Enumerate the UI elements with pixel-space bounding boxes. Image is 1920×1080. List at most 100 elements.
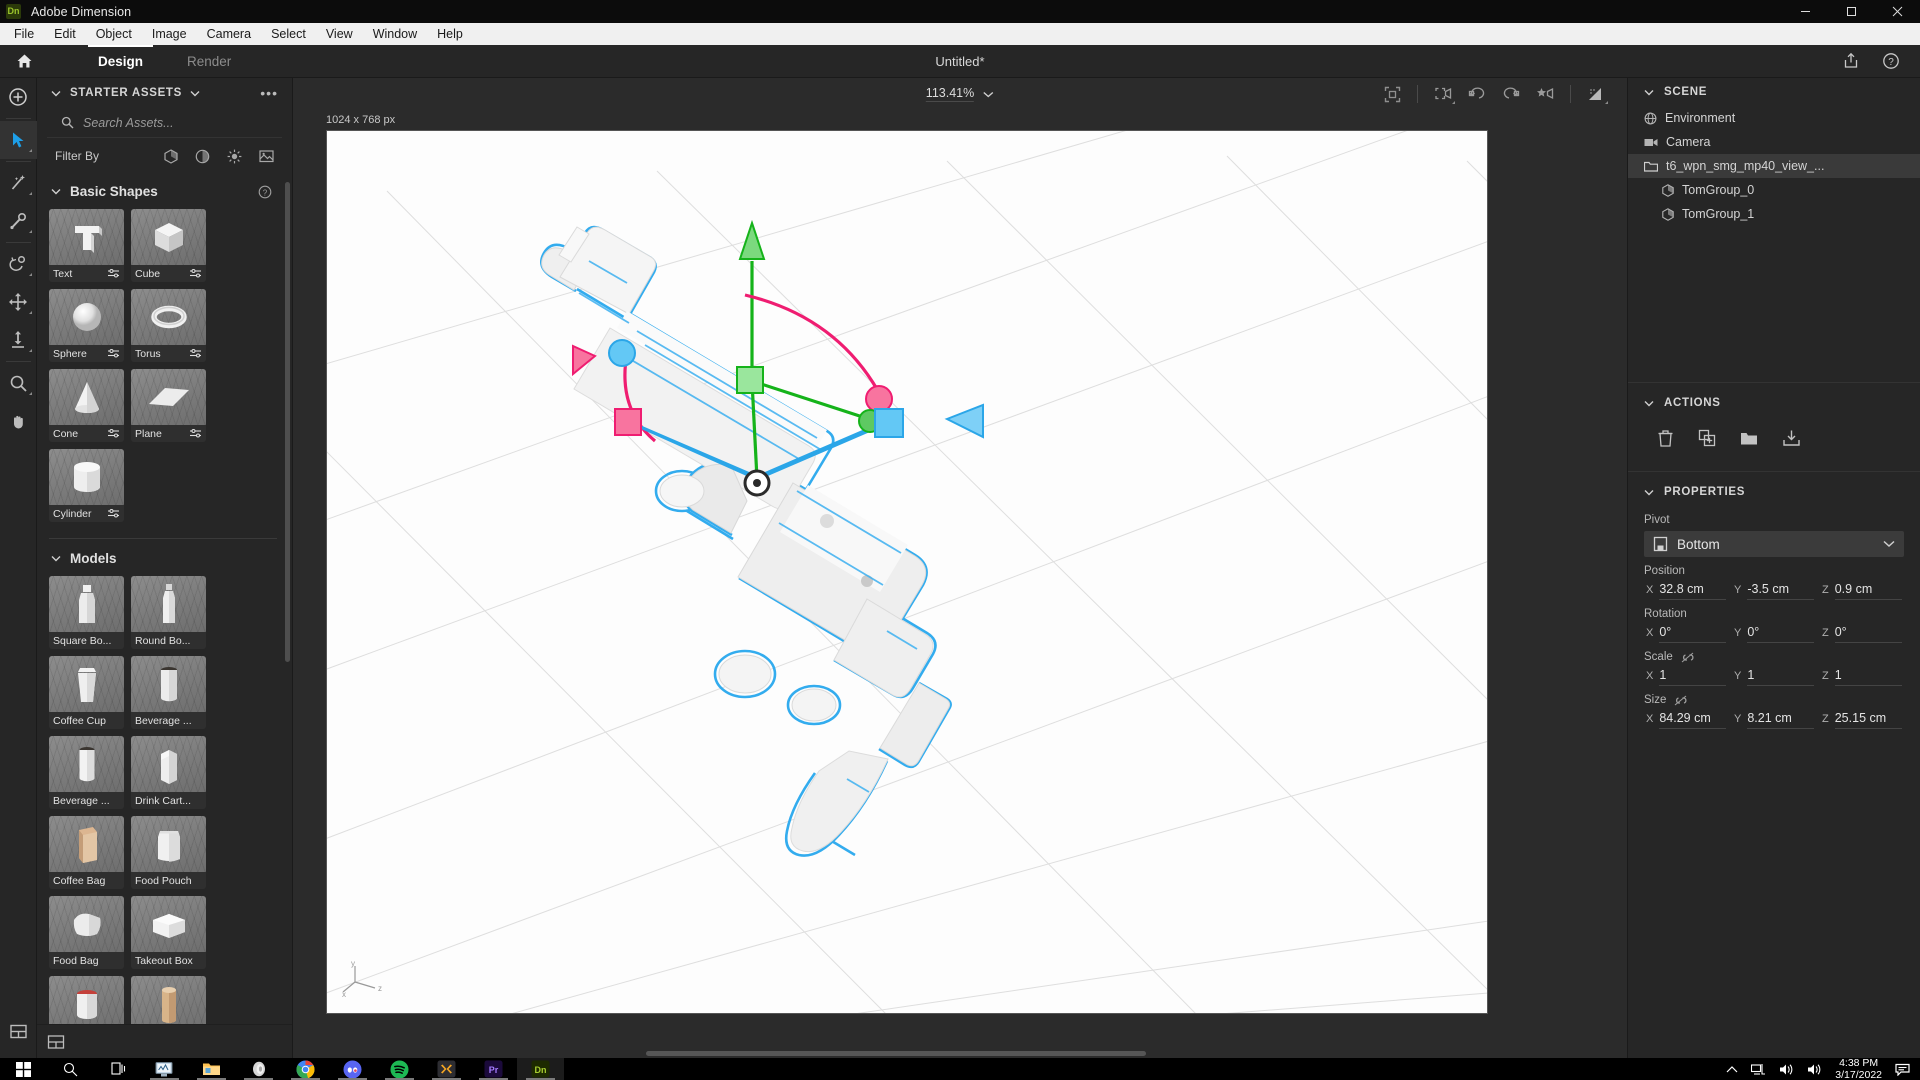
asset-card[interactable]: Drink Cart...: [131, 736, 206, 809]
asset-card[interactable]: Round Bo...: [131, 576, 206, 649]
task-manager-button[interactable]: [141, 1058, 188, 1080]
menu-camera[interactable]: Camera: [197, 25, 261, 44]
assets-scrollbar[interactable]: [285, 182, 290, 662]
scene-item-environment[interactable]: Environment: [1628, 106, 1920, 130]
adjust-icon[interactable]: [108, 429, 120, 438]
asset-card[interactable]: Coffee Bag: [49, 816, 124, 889]
position-x-field[interactable]: X 32.8 cm: [1642, 582, 1730, 600]
horizontal-scrollbar[interactable]: [326, 1051, 1594, 1056]
chevron-down-icon[interactable]: [1644, 400, 1654, 407]
asset-card[interactable]: Plane: [131, 369, 206, 442]
clock[interactable]: 4:38 PM 3/17/2022: [1835, 1057, 1882, 1080]
asset-card[interactable]: Torus: [131, 289, 206, 362]
asset-card[interactable]: Food Pouch: [131, 816, 206, 889]
light-filter-icon[interactable]: [227, 149, 242, 164]
position-y-value[interactable]: -3.5 cm: [1747, 582, 1814, 600]
chevron-down-icon[interactable]: [1883, 540, 1895, 548]
adjust-icon[interactable]: [108, 509, 120, 518]
unlink-icon[interactable]: [1680, 652, 1695, 663]
menu-object[interactable]: Object: [86, 25, 142, 44]
menu-image[interactable]: Image: [142, 25, 197, 44]
chevron-down-icon[interactable]: [51, 555, 61, 562]
camera-bookmark-icon[interactable]: [1426, 78, 1460, 110]
tool-scale[interactable]: [0, 321, 37, 359]
tool-select[interactable]: [0, 121, 37, 159]
size-x-field[interactable]: X 84.29 cm: [1642, 711, 1730, 729]
maximize-button[interactable]: [1828, 0, 1874, 23]
chrome-button[interactable]: [282, 1058, 329, 1080]
chevron-down-icon[interactable]: [1644, 89, 1654, 96]
canvas-viewport[interactable]: 1024 x 768 px x y z: [293, 110, 1627, 1058]
scale-x-value[interactable]: 1: [1659, 668, 1726, 686]
group-button[interactable]: [1728, 425, 1770, 451]
size-z-value[interactable]: 25.15 cm: [1834, 711, 1902, 729]
assets-scroll-region[interactable]: Basic Shapes ? Text Cube Sphere Torus Co…: [37, 174, 292, 1024]
asset-card[interactable]: Beverage ...: [49, 736, 124, 809]
duplicate-button[interactable]: [1686, 425, 1728, 451]
scene-item-tomgroup-0[interactable]: TomGroup_0: [1628, 178, 1920, 202]
volume-icon[interactable]: [1779, 1063, 1794, 1076]
scene-item-tomgroup-1[interactable]: TomGroup_1: [1628, 202, 1920, 226]
rotation-y-field[interactable]: Y 0°: [1730, 625, 1818, 643]
tab-design[interactable]: Design: [76, 44, 165, 78]
rotation-x-field[interactable]: X 0°: [1642, 625, 1730, 643]
section-models-header[interactable]: Models: [47, 541, 292, 574]
notification-icon[interactable]: [1895, 1063, 1910, 1076]
help-icon[interactable]: ?: [1882, 52, 1900, 70]
chevron-down-icon[interactable]: [983, 91, 994, 98]
render-stage[interactable]: [326, 130, 1488, 1014]
rotation-y-value[interactable]: 0°: [1747, 625, 1814, 643]
adjust-icon[interactable]: [190, 269, 202, 278]
camera-redo-icon[interactable]: [1494, 78, 1528, 110]
material-filter-icon[interactable]: [195, 149, 210, 164]
asset-card[interactable]: Cube: [131, 209, 206, 282]
chevron-up-icon[interactable]: [1726, 1065, 1738, 1074]
properties-section-header[interactable]: PROPERTIES: [1628, 478, 1920, 506]
chevron-down-icon[interactable]: [1644, 489, 1654, 496]
rotation-z-value[interactable]: 0°: [1834, 625, 1902, 643]
tool-move[interactable]: [0, 283, 37, 321]
adjust-icon[interactable]: [190, 429, 202, 438]
search-input[interactable]: [83, 115, 268, 130]
zoom-level-value[interactable]: 113.41%: [925, 86, 975, 102]
size-y-value[interactable]: 8.21 cm: [1747, 711, 1814, 729]
premiere-pro-button[interactable]: Pr: [470, 1058, 517, 1080]
place-on-ground-button[interactable]: [1770, 425, 1812, 451]
tool-magic-wand[interactable]: [0, 164, 37, 202]
unlink-icon[interactable]: [1673, 695, 1688, 706]
scene-item-camera[interactable]: Camera: [1628, 130, 1920, 154]
model-filter-icon[interactable]: [164, 148, 178, 164]
media-app-button[interactable]: [235, 1058, 282, 1080]
asset-card[interactable]: Food Bag: [49, 896, 124, 969]
rotation-x-value[interactable]: 0°: [1659, 625, 1726, 643]
menu-view[interactable]: View: [316, 25, 363, 44]
menu-edit[interactable]: Edit: [44, 25, 86, 44]
tool-orbit[interactable]: [0, 245, 37, 283]
render-quality-icon[interactable]: [1579, 78, 1613, 110]
camera-favorite-icon[interactable]: [1528, 78, 1562, 110]
camera-undo-icon[interactable]: [1460, 78, 1494, 110]
chevron-down-icon[interactable]: [51, 188, 61, 195]
section-basic-shapes-header[interactable]: Basic Shapes ?: [47, 174, 292, 207]
start-button[interactable]: [0, 1058, 47, 1080]
adjust-icon[interactable]: [108, 269, 120, 278]
tool-content-library[interactable]: [0, 1012, 37, 1050]
visual-studio-button[interactable]: [423, 1058, 470, 1080]
image-filter-icon[interactable]: [259, 149, 274, 163]
home-button[interactable]: [0, 45, 48, 78]
help-icon[interactable]: ?: [258, 185, 272, 199]
close-button[interactable]: [1874, 0, 1920, 23]
adjust-icon[interactable]: [190, 349, 202, 358]
adjust-icon[interactable]: [108, 349, 120, 358]
menu-file[interactable]: File: [4, 25, 44, 44]
scene-item-model-group[interactable]: t6_wpn_smg_mp40_view_...: [1628, 154, 1920, 178]
actions-section-header[interactable]: ACTIONS: [1628, 389, 1920, 417]
asset-card[interactable]: Cylinder: [49, 449, 124, 522]
file-explorer-button[interactable]: [188, 1058, 235, 1080]
scale-z-field[interactable]: Z 1: [1818, 668, 1906, 686]
asset-card[interactable]: Beverage ...: [131, 656, 206, 729]
position-x-value[interactable]: 32.8 cm: [1659, 582, 1726, 600]
chevron-down-small-icon[interactable]: [190, 90, 200, 97]
task-view-button[interactable]: [94, 1058, 141, 1080]
scene-section-header[interactable]: SCENE: [1628, 78, 1920, 106]
